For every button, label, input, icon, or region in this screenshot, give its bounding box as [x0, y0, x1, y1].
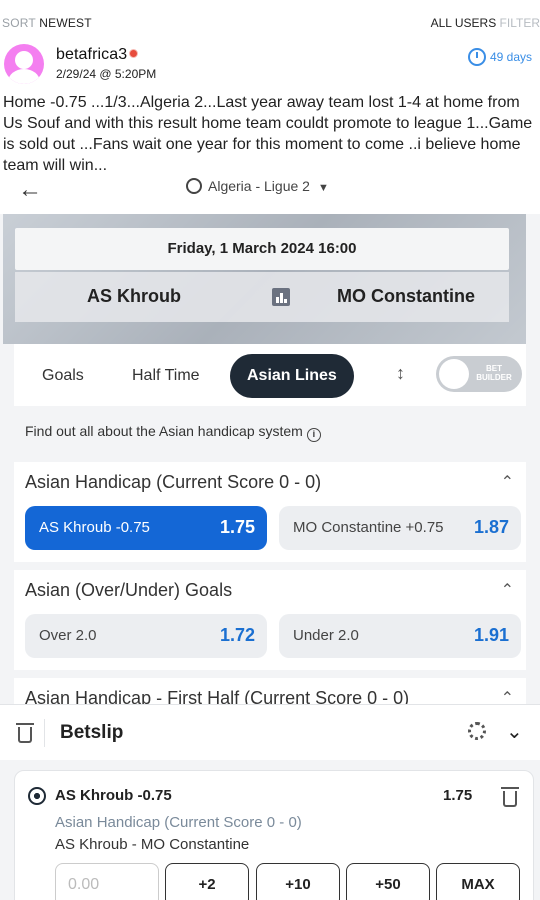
sort-control[interactable]: SORT NEWEST — [2, 16, 92, 30]
chevron-up-icon[interactable]: ⌃ — [501, 472, 514, 492]
rank-badge-icon — [129, 49, 139, 58]
all-users-filter[interactable]: ALL USERS — [431, 16, 497, 30]
max-stake-button[interactable]: MAX — [436, 863, 520, 900]
odds-button[interactable]: Over 2.0 1.72 — [25, 614, 267, 658]
username[interactable]: betafrica3 — [56, 46, 139, 64]
filter-button[interactable]: FILTER — [500, 16, 540, 30]
post-date: 2/29/24 @ 5:20PM — [56, 67, 157, 81]
league-selector[interactable]: Algeria - Ligue 2 ▼ — [186, 178, 329, 194]
football-icon — [28, 787, 46, 805]
avatar[interactable] — [4, 44, 44, 84]
feed-toolbar: SORT NEWEST ALL USERS FILTER — [0, 14, 540, 34]
market-tabs: Goals Half Time Asian Lines ↕ BET BUILDE… — [14, 344, 526, 406]
chevron-down-icon[interactable]: ⌄ — [506, 719, 523, 744]
tab-goals[interactable]: Goals — [28, 354, 98, 398]
bet-market: Asian Handicap (Current Score 0 - 0) — [55, 814, 302, 831]
odds-button[interactable]: Under 2.0 1.91 — [279, 614, 521, 658]
bet-selection: AS Khroub -0.75 — [55, 787, 172, 804]
match-header: Friday, 1 March 2024 16:00 AS Khroub MO … — [3, 214, 526, 344]
match-teams: AS Khroub MO Constantine — [15, 272, 509, 322]
quick-stake-button[interactable]: +10 — [256, 863, 340, 900]
match-date: Friday, 1 March 2024 16:00 — [15, 228, 509, 270]
bet-card: AS Khroub -0.75 1.75 Asian Handicap (Cur… — [14, 770, 534, 900]
odds-button[interactable]: MO Constantine +0.75 1.87 — [279, 506, 521, 550]
post-header: betafrica3 2/29/24 @ 5:20PM 49 days — [0, 40, 540, 90]
betslip-bar: Betslip ⌄ — [0, 704, 540, 760]
post-text: Home -0.75 ...1/3...Algeria 2...Last yea… — [3, 94, 533, 174]
expand-all-icon[interactable]: ↕ — [396, 362, 412, 384]
bet-match: AS Khroub - MO Constantine — [55, 836, 250, 853]
sort-value: NEWEST — [39, 16, 92, 30]
quick-stake-button[interactable]: +2 — [165, 863, 249, 900]
betslip-title: Betslip — [60, 722, 124, 743]
bet-builder-toggle[interactable]: BET BUILDER — [436, 356, 522, 392]
market-asian-handicap: Asian Handicap (Current Score 0 - 0) ⌃ A… — [14, 462, 526, 562]
asian-handicap-info[interactable]: Find out all about the Asian handicap sy… — [14, 406, 526, 458]
tab-asian-lines[interactable]: Asian Lines — [230, 354, 354, 398]
market-title: Asian Handicap (Current Score 0 - 0) — [25, 472, 322, 492]
trash-icon[interactable] — [16, 723, 34, 743]
app-header: ← Algeria - Ligue 2 ▼ — [0, 174, 540, 214]
quick-stake-button[interactable]: +50 — [346, 863, 430, 900]
tab-half-time[interactable]: Half Time — [118, 354, 214, 398]
info-icon: i — [306, 428, 321, 442]
gear-icon[interactable] — [468, 722, 486, 740]
market-title: Asian (Over/Under) Goals — [25, 580, 233, 600]
trash-icon[interactable] — [501, 787, 519, 807]
stake-input[interactable]: 0.00 — [55, 863, 159, 900]
stats-icon[interactable] — [272, 288, 290, 306]
football-icon — [186, 178, 202, 194]
betting-screenshot: ← Algeria - Ligue 2 ▼ Friday, 1 March 202… — [0, 174, 540, 900]
away-team: MO Constantine — [337, 286, 475, 306]
odds-button[interactable]: AS Khroub -0.75 1.75 — [25, 506, 267, 550]
caret-down-icon: ▼ — [317, 182, 329, 194]
market-asian-over-under: Asian (Over/Under) Goals ⌃ Over 2.0 1.72 … — [14, 570, 526, 670]
bet-price: 1.75 — [443, 787, 473, 804]
clock-icon — [467, 48, 486, 66]
chevron-up-icon[interactable]: ⌃ — [501, 580, 514, 600]
back-arrow-icon[interactable]: ← — [18, 176, 42, 204]
post-age: 49 days — [467, 48, 532, 66]
home-team: AS Khroub — [87, 286, 181, 306]
